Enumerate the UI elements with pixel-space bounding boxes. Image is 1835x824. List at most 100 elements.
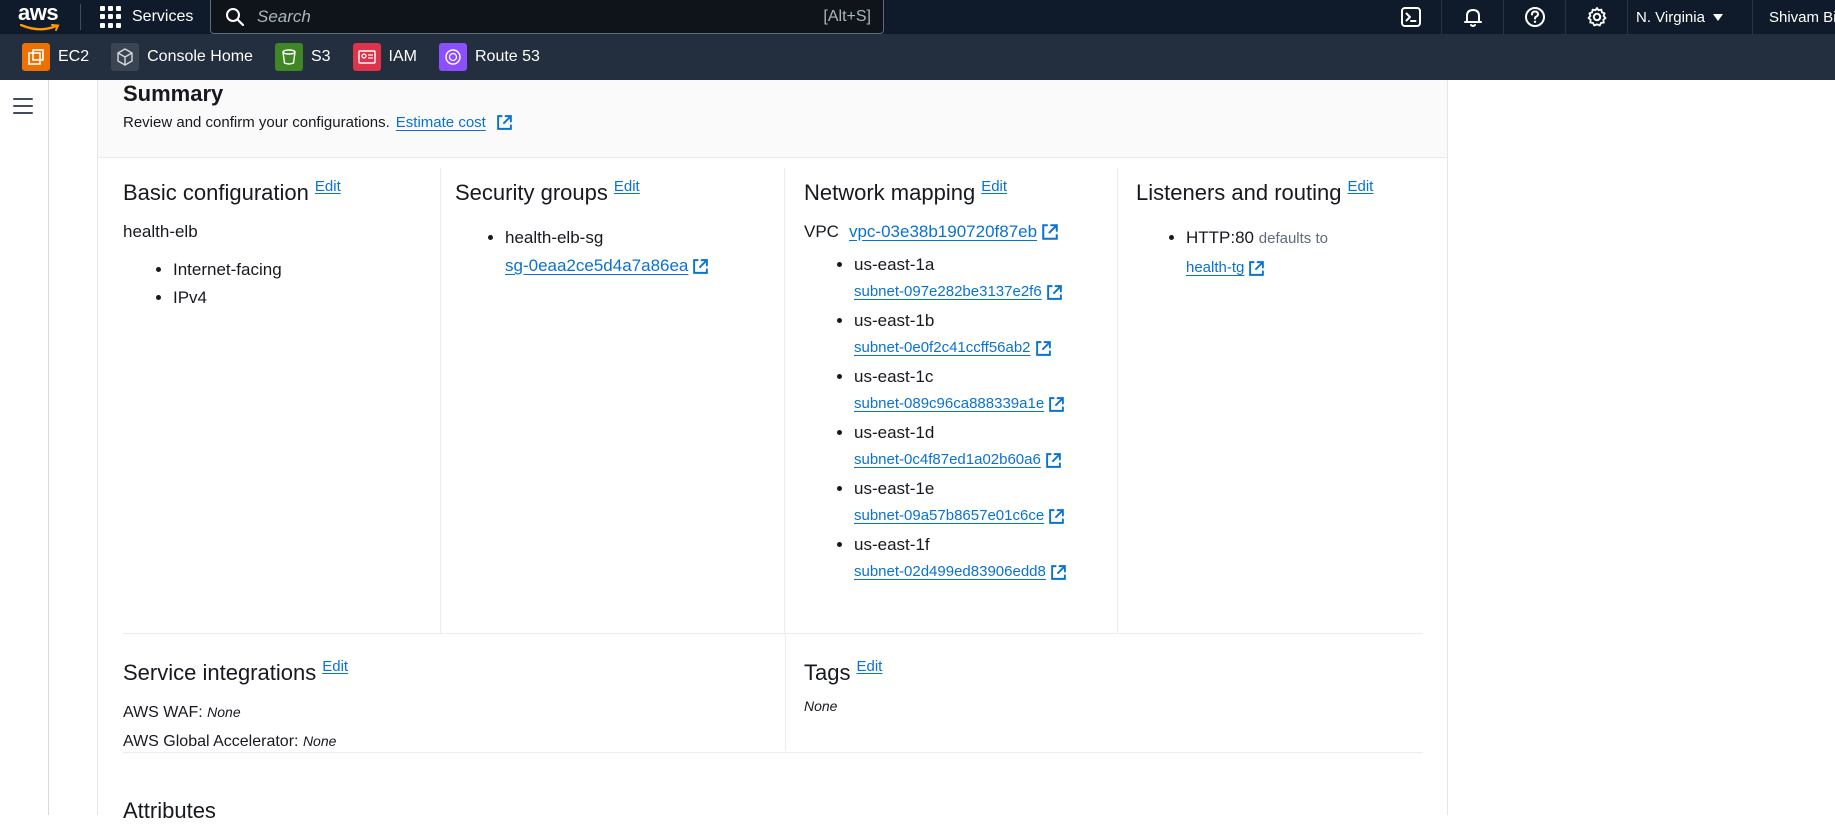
tags-title: Tags — [804, 660, 851, 685]
summary-description-row: Review and confirm your configurations. … — [123, 114, 513, 131]
external-link-icon — [1046, 452, 1061, 468]
menu-icon[interactable] — [13, 98, 33, 119]
waf-value: None — [207, 704, 241, 720]
account-name: Shivam Bi — [1769, 8, 1835, 26]
list-item: us-east-1f subnet-02d499ed83906edd8 — [854, 532, 1117, 585]
service-integrations-title: Service integrations — [123, 660, 317, 685]
cube-icon — [111, 43, 140, 71]
region-selector[interactable]: N. Virginia — [1636, 0, 1723, 34]
security-groups-list: health-elb-sg sg-0eaa2ce5d4a7a86ea — [455, 224, 784, 280]
availability-zone: us-east-1d — [854, 423, 935, 442]
subnet-link[interactable]: subnet-09a57b8657e01c6ce — [854, 503, 1044, 529]
region-label: N. Virginia — [1636, 8, 1705, 26]
help-icon — [1524, 7, 1545, 27]
security-groups-edit-link[interactable]: Edit — [614, 178, 640, 195]
network-mapping-title: Network mapping — [804, 180, 976, 205]
favorite-console-home[interactable]: Console Home — [111, 43, 253, 71]
tags-edit-link[interactable]: Edit — [856, 658, 882, 675]
bell-icon — [1463, 9, 1482, 27]
favorite-ec2[interactable]: EC2 — [22, 43, 89, 71]
side-navigation-rail — [0, 80, 49, 815]
security-groups-title: Security groups — [455, 180, 608, 205]
route53-icon — [438, 43, 467, 71]
waf-label: AWS WAF: — [123, 704, 203, 721]
summary-title: Summary — [123, 81, 224, 106]
security-groups-section: Security groups Edit health-elb-sg sg-0e… — [455, 168, 785, 634]
favorite-label: IAM — [388, 48, 417, 65]
tags-section: Tags Edit None — [804, 634, 1424, 751]
list-item: IPv4 — [173, 284, 440, 312]
favorite-route53[interactable]: Route 53 — [438, 43, 540, 71]
summary-description: Review and confirm your configurations. — [123, 114, 390, 131]
basic-configuration-section: Basic configuration Edit health-elb Inte… — [123, 168, 441, 634]
caret-down-icon — [1712, 13, 1723, 21]
external-link-icon — [1049, 396, 1065, 412]
service-integrations-section: Service integrations Edit AWS WAF: None … — [123, 634, 786, 751]
search-icon — [226, 7, 245, 26]
subnet-link[interactable]: subnet-089c96ca888339a1e — [854, 391, 1044, 417]
external-link-icon — [1046, 284, 1062, 300]
services-label: Services — [132, 8, 194, 25]
vpc-row: VPC vpc-03e38b190720f87eb — [804, 222, 1117, 242]
topbar-icon-group — [1380, 0, 1628, 34]
tags-value: None — [804, 698, 838, 714]
external-link-icon — [1249, 260, 1265, 276]
listeners-routing-edit-link[interactable]: Edit — [1347, 178, 1373, 195]
network-mapping-edit-link[interactable]: Edit — [981, 178, 1007, 195]
subnet-link[interactable]: subnet-097e282be3137e2f6 — [854, 279, 1042, 305]
external-link-icon — [1042, 224, 1058, 240]
basic-configuration-title: Basic configuration — [123, 180, 309, 205]
s3-bucket-icon — [274, 43, 303, 71]
cloudshell-button[interactable] — [1380, 0, 1442, 34]
subnet-link[interactable]: subnet-0c4f87ed1a02b60a6 — [854, 447, 1041, 473]
aws-logo-text: aws — [18, 0, 59, 25]
vpc-id-link[interactable]: vpc-03e38b190720f87eb — [849, 222, 1037, 242]
basic-configuration-edit-link[interactable]: Edit — [315, 178, 341, 195]
network-mapping-section: Network mapping Edit VPC vpc-03e38b19072… — [786, 168, 1118, 634]
external-link-icon — [693, 259, 709, 274]
help-button[interactable] — [1504, 0, 1566, 34]
account-menu[interactable]: Shivam Bi — [1752, 0, 1835, 34]
security-group-name: health-elb-sg — [505, 228, 604, 247]
service-integrations-edit-link[interactable]: Edit — [322, 658, 348, 675]
subnet-link[interactable]: subnet-02d499ed83906edd8 — [854, 559, 1046, 585]
availability-zone: us-east-1f — [854, 535, 930, 554]
search-box[interactable]: [Alt+S] — [210, 0, 884, 34]
favorite-iam[interactable]: IAM — [352, 43, 417, 71]
favorite-label: S3 — [310, 48, 331, 65]
favorite-label: Route 53 — [474, 48, 540, 65]
cloudshell-icon — [1400, 7, 1421, 27]
aws-logo[interactable]: aws — [18, 2, 64, 32]
estimate-cost-link[interactable]: Estimate cost — [396, 114, 486, 131]
availability-zone: us-east-1e — [854, 479, 935, 498]
security-group-id-link[interactable]: sg-0eaa2ce5d4a7a86ea — [505, 256, 688, 275]
external-link-icon — [1051, 564, 1066, 580]
settings-button[interactable] — [1566, 0, 1628, 34]
global-accelerator-label: AWS Global Accelerator: — [123, 733, 299, 750]
target-group-link[interactable]: health-tg — [1186, 254, 1244, 282]
listeners-list: HTTP:80 defaults to health-tg — [1136, 224, 1428, 282]
availability-zone: us-east-1b — [854, 311, 935, 330]
availability-zone: us-east-1a — [854, 255, 935, 274]
favorite-s3[interactable]: S3 — [274, 43, 331, 71]
services-grid-icon — [100, 6, 122, 28]
topbar-divider — [80, 4, 81, 30]
listener-protocol-port: HTTP:80 — [1186, 228, 1255, 247]
external-link-icon — [1049, 508, 1065, 524]
list-item: health-elb-sg sg-0eaa2ce5d4a7a86ea — [505, 224, 784, 280]
subnet-link[interactable]: subnet-0e0f2c41ccff56ab2 — [854, 335, 1031, 361]
list-item: HTTP:80 defaults to health-tg — [1186, 224, 1428, 282]
external-link-icon — [1035, 340, 1051, 356]
favorite-label: EC2 — [58, 48, 90, 65]
search-shortcut-hint: [Alt+S] — [823, 7, 871, 25]
summary-header: Summary Review and confirm your configur… — [98, 80, 1447, 158]
search-input[interactable] — [257, 6, 797, 27]
global-accelerator-value: None — [302, 733, 337, 749]
aws-smile-icon — [20, 24, 60, 31]
services-menu-button[interactable]: Services — [100, 0, 193, 34]
list-item: us-east-1b subnet-0e0f2c41ccff56ab2 — [854, 308, 1117, 361]
subnet-list: us-east-1a subnet-097e282be3137e2f6 us-e… — [804, 252, 1117, 585]
notifications-button[interactable] — [1442, 0, 1504, 34]
defaults-to-text: defaults to — [1258, 230, 1328, 247]
basic-configuration-list: Internet-facing IPv4 — [123, 256, 440, 312]
